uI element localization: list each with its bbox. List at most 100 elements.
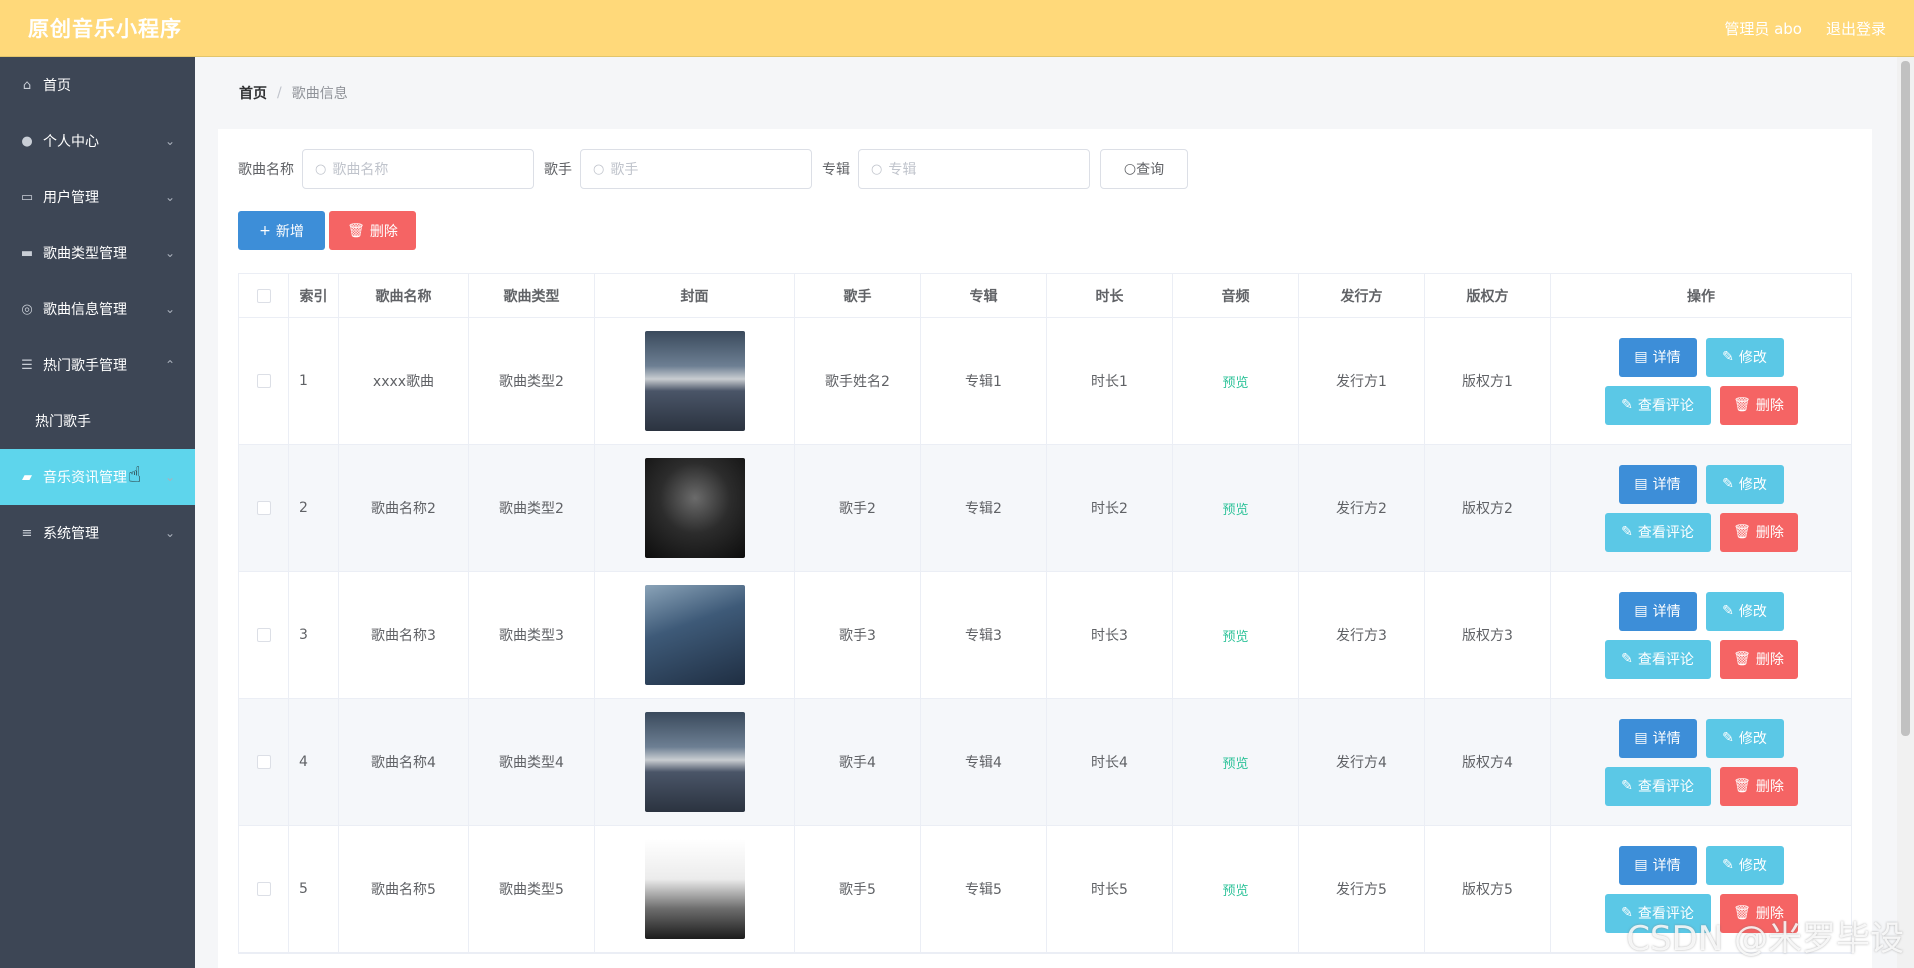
vertical-scrollbar[interactable] (1897, 57, 1914, 968)
cell-audio: 预览 (1173, 826, 1299, 952)
cell-audio: 预览 (1173, 572, 1299, 698)
sidebar-item-user-management[interactable]: ▭ 用户管理 ⌄ (0, 169, 195, 225)
pencil-icon: ✎ (1722, 603, 1734, 619)
row-checkbox[interactable] (256, 501, 271, 515)
cell-singer: 歌手3 (795, 572, 921, 698)
cover-image (644, 712, 745, 812)
singer-input[interactable]: ○ 歌手 (580, 149, 812, 189)
cell-actions: ▤ 详情 ✎ 修改 ✎ 查看评论 🗑 删除 (1551, 318, 1851, 444)
sidebar: ⌂ 首页 ● 个人中心 ⌄ ▭ 用户管理 ⌄ ▬ 歌曲类型管理 ⌄ ◎ 歌曲信息… (0, 57, 195, 968)
cover-image (644, 331, 745, 431)
audio-preview-link[interactable]: 预览 (1222, 372, 1248, 391)
header-cover: 封面 (595, 274, 795, 317)
singer-label: 歌手 (544, 162, 572, 178)
delete-label: 删除 (1755, 779, 1784, 795)
home-icon: ⌂ (22, 77, 32, 93)
edit-button[interactable]: ✎ 修改 (1705, 718, 1784, 758)
cell-index: 2 (289, 445, 339, 571)
detail-label: 详情 (1652, 731, 1681, 747)
view-comments-button[interactable]: ✎ 查看评论 (1604, 639, 1711, 679)
pencil-icon: ✎ (1621, 651, 1633, 667)
row-delete-button[interactable]: 🗑 删除 (1719, 639, 1798, 679)
trash-icon: 🗑 (347, 222, 365, 239)
sidebar-item-personal-center[interactable]: ● 个人中心 ⌄ (0, 113, 195, 169)
bulk-delete-button[interactable]: 🗑 删除 (329, 211, 416, 250)
cell-song-type: 歌曲类型4 (469, 699, 595, 825)
view-comments-button[interactable]: ✎ 查看评论 (1604, 512, 1711, 552)
album-placeholder: 专辑 (888, 162, 917, 178)
menu-icon: ≡ (21, 525, 33, 541)
detail-label: 详情 (1652, 350, 1681, 366)
sidebar-item-song-type-management[interactable]: ▬ 歌曲类型管理 ⌄ (0, 225, 195, 281)
search-icon: ○ (315, 161, 327, 177)
cell-index: 3 (289, 572, 339, 698)
cell-index: 1 (289, 318, 339, 444)
edit-label: 修改 (1738, 477, 1767, 493)
song-name-input[interactable]: ○ 歌曲名称 (302, 149, 534, 189)
select-all-checkbox[interactable] (256, 288, 271, 303)
scrollbar-thumb[interactable] (1901, 61, 1910, 736)
header-song-type: 歌曲类型 (469, 274, 595, 317)
edit-button[interactable]: ✎ 修改 (1705, 845, 1784, 885)
audio-preview-link[interactable]: 预览 (1222, 626, 1248, 645)
row-select-cell (239, 572, 289, 698)
row-delete-button[interactable]: 🗑 删除 (1719, 385, 1798, 425)
singer-placeholder: 歌手 (610, 162, 639, 178)
cell-album: 专辑2 (921, 445, 1047, 571)
user-icon: ● (21, 133, 33, 149)
add-button[interactable]: + 新增 (238, 211, 325, 250)
pencil-icon: ✎ (1722, 349, 1734, 365)
sidebar-item-song-info-management[interactable]: ◎ 歌曲信息管理 ⌄ (0, 281, 195, 337)
row-checkbox[interactable] (256, 374, 271, 388)
table-row: 1 xxxx歌曲 歌曲类型2 歌手姓名2 专辑1 时长1 预览 发行方1 版权方… (239, 318, 1851, 445)
edit-button[interactable]: ✎ 修改 (1705, 591, 1784, 631)
pointer-cursor-icon: ☝ (128, 463, 142, 488)
cell-audio: 预览 (1173, 318, 1299, 444)
search-icon: ○ (1123, 161, 1137, 177)
row-delete-button[interactable]: 🗑 删除 (1719, 512, 1798, 552)
audio-preview-link[interactable]: 预览 (1222, 499, 1248, 518)
row-checkbox[interactable] (256, 628, 271, 642)
album-input[interactable]: ○ 专辑 (858, 149, 1090, 189)
cell-copyright: 版权方3 (1425, 572, 1551, 698)
query-button[interactable]: ○ 查询 (1100, 149, 1188, 189)
table-header: 索引 歌曲名称 歌曲类型 封面 歌手 专辑 时长 音频 发行方 版权方 操作 (239, 274, 1851, 318)
cover-image (644, 585, 745, 685)
detail-button[interactable]: ▤ 详情 (1618, 464, 1697, 504)
chevron-up-icon: ⌃ (164, 358, 175, 372)
detail-button[interactable]: ▤ 详情 (1618, 718, 1697, 758)
sidebar-subitem-hot-singer[interactable]: 热门歌手 (0, 393, 195, 449)
cell-album: 专辑1 (921, 318, 1047, 444)
logout-link[interactable]: 退出登录 (1826, 18, 1886, 39)
detail-button[interactable]: ▤ 详情 (1618, 845, 1697, 885)
detail-button[interactable]: ▤ 详情 (1618, 337, 1697, 377)
sidebar-item-system-management[interactable]: ≡ 系统管理 ⌄ (0, 505, 195, 561)
view-comments-button[interactable]: ✎ 查看评论 (1604, 766, 1711, 806)
sidebar-item-music-news-management[interactable]: ▰ 音乐资讯管理 ⌄ (0, 449, 195, 505)
row-select-cell (239, 318, 289, 444)
header-audio: 音频 (1173, 274, 1299, 317)
cell-actions: ▤ 详情 ✎ 修改 ✎ 查看评论 🗑 删除 (1551, 572, 1851, 698)
sidebar-item-home[interactable]: ⌂ 首页 (0, 57, 195, 113)
cell-publisher: 发行方4 (1299, 699, 1425, 825)
edit-button[interactable]: ✎ 修改 (1705, 337, 1784, 377)
table-row: 4 歌曲名称4 歌曲类型4 歌手4 专辑4 时长4 预览 发行方4 版权方4 ▤… (239, 699, 1851, 826)
audio-preview-link[interactable]: 预览 (1222, 880, 1248, 899)
row-delete-button[interactable]: 🗑 删除 (1719, 766, 1798, 806)
detail-button[interactable]: ▤ 详情 (1618, 591, 1697, 631)
view-comments-button[interactable]: ✎ 查看评论 (1604, 385, 1711, 425)
plus-icon: + (259, 222, 271, 239)
cell-index: 4 (289, 699, 339, 825)
cell-audio: 预览 (1173, 699, 1299, 825)
breadcrumb-home[interactable]: 首页 (239, 83, 267, 103)
document-icon: ▤ (1634, 730, 1648, 746)
cell-publisher: 发行方3 (1299, 572, 1425, 698)
row-checkbox[interactable] (256, 755, 271, 769)
cell-song-type: 歌曲类型2 (469, 445, 595, 571)
sidebar-item-hot-singer-management[interactable]: ☰ 热门歌手管理 ⌃ (0, 337, 195, 393)
audio-preview-link[interactable]: 预览 (1222, 753, 1248, 772)
delete-label: 删除 (1755, 398, 1784, 414)
row-checkbox[interactable] (256, 882, 271, 896)
top-right-actions: 管理员 abo 退出登录 (1724, 18, 1886, 39)
edit-button[interactable]: ✎ 修改 (1705, 464, 1784, 504)
